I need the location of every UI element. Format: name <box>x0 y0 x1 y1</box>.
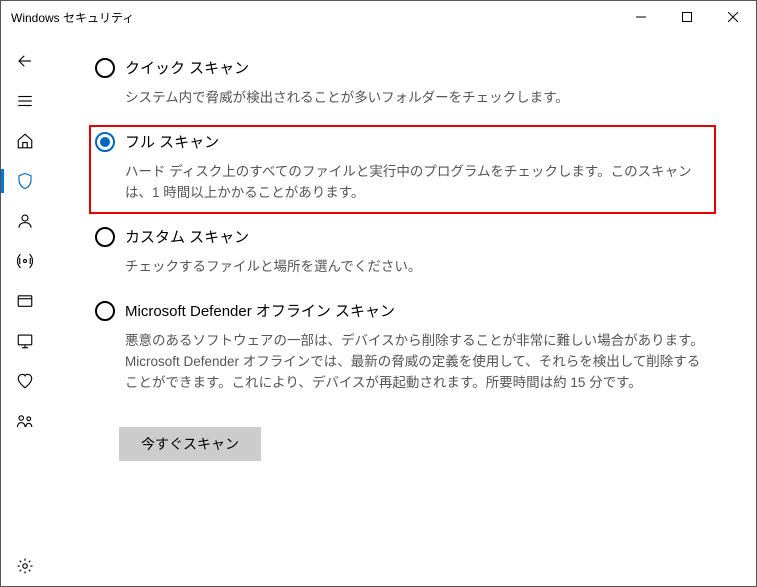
scan-option-custom[interactable]: カスタム スキャン チェックするファイルと場所を選んでください。 <box>89 220 716 288</box>
sidebar-item-home[interactable] <box>1 121 49 161</box>
sidebar-item-account-protection[interactable] <box>1 201 49 241</box>
window-controls <box>618 1 756 33</box>
option-description: チェックするファイルと場所を選んでください。 <box>125 257 708 278</box>
radio-custom-scan[interactable] <box>95 227 115 247</box>
option-title: クイック スキャン <box>125 57 708 78</box>
main-content: クイック スキャン システム内で脅威が検出されることが多いフォルダーをチェックし… <box>49 33 756 586</box>
scan-option-full[interactable]: フル スキャン ハード ディスク上のすべてのファイルと実行中のプログラムをチェッ… <box>89 125 716 214</box>
option-description: ハード ディスク上のすべてのファイルと実行中のプログラムをチェックします。このス… <box>125 162 708 204</box>
radio-full-scan[interactable] <box>95 132 115 152</box>
close-button[interactable] <box>710 1 756 33</box>
sidebar-item-app-browser-control[interactable] <box>1 281 49 321</box>
scan-now-button[interactable]: 今すぐスキャン <box>119 427 261 461</box>
sidebar-item-family-options[interactable] <box>1 401 49 441</box>
option-description: 悪意のあるソフトウェアの一部は、デバイスから削除することが非常に難しい場合があり… <box>125 331 708 394</box>
option-title: カスタム スキャン <box>125 226 708 247</box>
window-title: Windows セキュリティ <box>11 9 618 26</box>
hamburger-menu-button[interactable] <box>1 81 49 121</box>
sidebar-item-virus-protection[interactable] <box>1 161 49 201</box>
sidebar-item-settings[interactable] <box>1 546 49 586</box>
scan-option-quick[interactable]: クイック スキャン システム内で脅威が検出されることが多いフォルダーをチェックし… <box>89 51 716 119</box>
sidebar-item-device-security[interactable] <box>1 321 49 361</box>
radio-offline-scan[interactable] <box>95 301 115 321</box>
radio-quick-scan[interactable] <box>95 58 115 78</box>
back-button[interactable] <box>1 41 49 81</box>
sidebar-item-firewall[interactable] <box>1 241 49 281</box>
maximize-button[interactable] <box>664 1 710 33</box>
option-title: Microsoft Defender オフライン スキャン <box>125 300 708 321</box>
sidebar <box>1 33 49 586</box>
option-title: フル スキャン <box>125 131 708 152</box>
titlebar: Windows セキュリティ <box>1 1 756 33</box>
minimize-button[interactable] <box>618 1 664 33</box>
scan-option-offline[interactable]: Microsoft Defender オフライン スキャン 悪意のあるソフトウェ… <box>89 294 716 404</box>
sidebar-item-device-performance[interactable] <box>1 361 49 401</box>
option-description: システム内で脅威が検出されることが多いフォルダーをチェックします。 <box>125 88 708 109</box>
